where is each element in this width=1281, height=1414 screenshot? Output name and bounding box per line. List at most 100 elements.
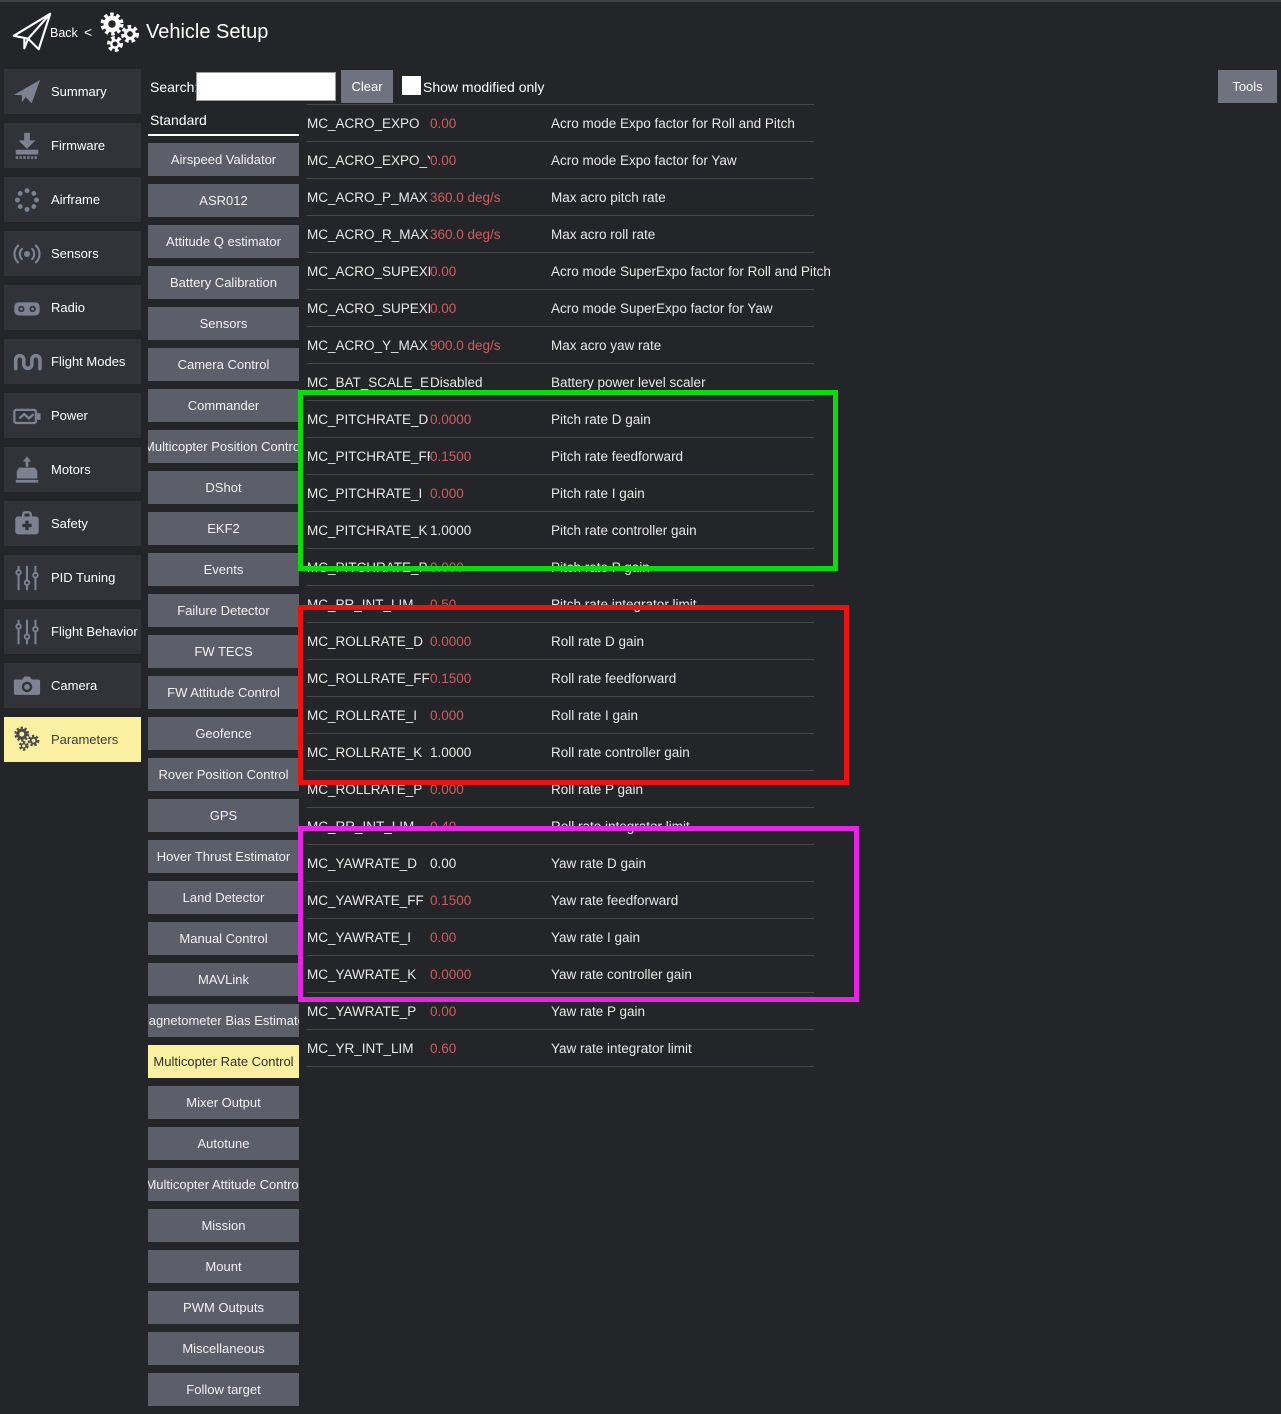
- category-button-hover-thrust-estimator[interactable]: Hover Thrust Estimator: [148, 840, 299, 873]
- parameter-row-mc-pitchrate-i[interactable]: MC_PITCHRATE_I0.000Pitch rate I gain: [307, 475, 814, 512]
- clear-button[interactable]: Clear: [341, 70, 393, 103]
- category-button-multicopter-position-control[interactable]: Multicopter Position Control: [148, 430, 299, 463]
- parameter-row-mc-bat-scale-en[interactable]: MC_BAT_SCALE_ENDisabledBattery power lev…: [307, 364, 814, 401]
- parameter-description: Pitch rate integrator limit: [551, 597, 697, 612]
- parameter-row-mc-pitchrate-p[interactable]: MC_PITCHRATE_P0.000Pitch rate P gain: [307, 549, 814, 586]
- sidebar-item-power[interactable]: Power: [4, 393, 141, 438]
- parameter-name: MC_ROLLRATE_P: [307, 782, 430, 797]
- sidebar-item-label: Motors: [51, 462, 91, 477]
- category-button-camera-control[interactable]: Camera Control: [148, 348, 299, 381]
- parameter-row-mc-acro-expo-y[interactable]: MC_ACRO_EXPO_Y0.00Acro mode Expo factor …: [307, 142, 814, 179]
- parameter-row-mc-pitchrate-ff[interactable]: MC_PITCHRATE_FF0.1500Pitch rate feedforw…: [307, 438, 814, 475]
- parameter-description: Pitch rate controller gain: [551, 523, 697, 538]
- parameter-name: MC_ACRO_EXPO: [307, 116, 430, 131]
- sidebar-item-motors[interactable]: Motors: [4, 447, 141, 492]
- parameter-row-mc-acro-expo[interactable]: MC_ACRO_EXPO0.00Acro mode Expo factor fo…: [307, 104, 814, 142]
- parameter-value: 360.0 deg/s: [430, 227, 551, 242]
- sidebar-item-flight-behavior[interactable]: Flight Behavior: [4, 609, 141, 654]
- parameter-row-mc-pitchrate-k[interactable]: MC_PITCHRATE_K1.0000Pitch rate controlle…: [307, 512, 814, 549]
- sidebar-item-camera[interactable]: Camera: [4, 663, 141, 708]
- search-input[interactable]: [196, 72, 336, 101]
- parameter-description: Yaw rate D gain: [551, 856, 646, 871]
- parameter-row-mc-rollrate-d[interactable]: MC_ROLLRATE_D0.0000Roll rate D gain: [307, 623, 814, 660]
- back-button[interactable]: Back: [50, 26, 78, 40]
- parameter-row-mc-yawrate-d[interactable]: MC_YAWRATE_D0.00Yaw rate D gain: [307, 845, 814, 882]
- sidebar-item-flight-modes[interactable]: Flight Modes: [4, 339, 141, 384]
- parameter-row-mc-pr-int-lim[interactable]: MC_PR_INT_LIM0.50Pitch rate integrator l…: [307, 586, 814, 623]
- sidebar-item-label: Flight Behavior: [51, 624, 138, 639]
- category-button-pwm-outputs[interactable]: PWM Outputs: [148, 1291, 299, 1324]
- parameter-description: Roll rate feedforward: [551, 671, 676, 686]
- vehicle-setup-gears-icon: [96, 11, 142, 55]
- show-modified-checkbox[interactable]: [402, 76, 421, 95]
- parameter-description: Roll rate controller gain: [551, 745, 690, 760]
- parameter-value: 900.0 deg/s: [430, 338, 551, 353]
- parameter-row-mc-rr-int-lim[interactable]: MC_RR_INT_LIM0.40Roll rate integrator li…: [307, 808, 814, 845]
- category-button-multicopter-rate-control[interactable]: Multicopter Rate Control: [148, 1045, 299, 1078]
- category-button-multicopter-attitude-control[interactable]: Multicopter Attitude Control: [148, 1168, 299, 1201]
- category-button-attitude-q-estimator[interactable]: Attitude Q estimator: [148, 225, 299, 258]
- sidebar-item-parameters[interactable]: Parameters: [4, 717, 141, 762]
- category-button-mavlink[interactable]: MAVLink: [148, 963, 299, 996]
- category-button-autotune[interactable]: Autotune: [148, 1127, 299, 1160]
- sidebar-item-radio[interactable]: Radio: [4, 285, 141, 330]
- parameter-description: Max acro pitch rate: [551, 190, 666, 205]
- sidebar-item-airframe[interactable]: Airframe: [4, 177, 141, 222]
- parameter-row-mc-yawrate-ff[interactable]: MC_YAWRATE_FF0.1500Yaw rate feedforward: [307, 882, 814, 919]
- sidebar-item-firmware[interactable]: Firmware: [4, 123, 141, 168]
- parameter-name: MC_PITCHRATE_FF: [307, 449, 430, 464]
- parameter-row-mc-rollrate-p[interactable]: MC_ROLLRATE_P0.000Roll rate P gain: [307, 771, 814, 808]
- sidebar-item-sensors[interactable]: Sensors: [4, 231, 141, 276]
- category-button-fw-tecs[interactable]: FW TECS: [148, 635, 299, 668]
- parameter-row-mc-acro-p-max[interactable]: MC_ACRO_P_MAX360.0 deg/sMax acro pitch r…: [307, 179, 814, 216]
- parameter-description: Yaw rate feedforward: [551, 893, 678, 908]
- parameter-value: 0.00: [430, 301, 551, 316]
- parameter-row-mc-pitchrate-d[interactable]: MC_PITCHRATE_D0.0000Pitch rate D gain: [307, 401, 814, 438]
- parameter-row-mc-yr-int-lim[interactable]: MC_YR_INT_LIM0.60Yaw rate integrator lim…: [307, 1030, 814, 1067]
- parameter-row-mc-acro-y-max[interactable]: MC_ACRO_Y_MAX900.0 deg/sMax acro yaw rat…: [307, 327, 814, 364]
- category-button-land-detector[interactable]: Land Detector: [148, 881, 299, 914]
- parameter-value: 0.000: [430, 486, 551, 501]
- category-button-manual-control[interactable]: Manual Control: [148, 922, 299, 955]
- sidebar-item-label: Summary: [51, 84, 107, 99]
- parameter-row-mc-rollrate-k[interactable]: MC_ROLLRATE_K1.0000Roll rate controller …: [307, 734, 814, 771]
- category-button-geofence[interactable]: Geofence: [148, 717, 299, 750]
- category-button-events[interactable]: Events: [148, 553, 299, 586]
- parameter-row-mc-rollrate-ff[interactable]: MC_ROLLRATE_FF0.1500Roll rate feedforwar…: [307, 660, 814, 697]
- category-button-mission[interactable]: Mission: [148, 1209, 299, 1242]
- parameter-name: MC_PITCHRATE_K: [307, 523, 430, 538]
- parameter-name: MC_RR_INT_LIM: [307, 819, 430, 834]
- category-button-mount[interactable]: Mount: [148, 1250, 299, 1283]
- sidebar-item-summary[interactable]: Summary: [4, 69, 141, 114]
- parameter-row-mc-rollrate-i[interactable]: MC_ROLLRATE_I0.000Roll rate I gain: [307, 697, 814, 734]
- category-button-follow-target[interactable]: Follow target: [148, 1373, 299, 1406]
- category-button-rover-position-control[interactable]: Rover Position Control: [148, 758, 299, 791]
- category-button-commander[interactable]: Commander: [148, 389, 299, 422]
- category-button-airspeed-validator[interactable]: Airspeed Validator: [148, 143, 299, 176]
- category-button-miscellaneous[interactable]: Miscellaneous: [148, 1332, 299, 1365]
- parameter-row-mc-yawrate-i[interactable]: MC_YAWRATE_I0.00Yaw rate I gain: [307, 919, 814, 956]
- category-button-fw-attitude-control[interactable]: FW Attitude Control: [148, 676, 299, 709]
- parameter-row-mc-yawrate-p[interactable]: MC_YAWRATE_P0.00Yaw rate P gain: [307, 993, 814, 1030]
- category-button-mixer-output[interactable]: Mixer Output: [148, 1086, 299, 1119]
- sliders-icon: [12, 617, 42, 647]
- sidebar-item-pid-tuning[interactable]: PID Tuning: [4, 555, 141, 600]
- parameter-row-mc-acro-supexpoy[interactable]: MC_ACRO_SUPEXPOY0.00Acro mode SuperExpo …: [307, 290, 814, 327]
- parameter-row-mc-acro-supexpo[interactable]: MC_ACRO_SUPEXPO0.00Acro mode SuperExpo f…: [307, 253, 814, 290]
- category-button-sensors[interactable]: Sensors: [148, 307, 299, 340]
- setup-sidebar: Summary Firmware Airframe Sensors Radio Fligh…: [4, 69, 141, 771]
- sidebar-item-safety[interactable]: Safety: [4, 501, 141, 546]
- category-button-failure-detector[interactable]: Failure Detector: [148, 594, 299, 627]
- category-button-asr012[interactable]: ASR012: [148, 184, 299, 217]
- category-button-ekf2[interactable]: EKF2: [148, 512, 299, 545]
- parameter-name: MC_ACRO_SUPEXPO: [307, 264, 430, 279]
- tools-button[interactable]: Tools: [1218, 70, 1277, 103]
- parameter-row-mc-acro-r-max[interactable]: MC_ACRO_R_MAX360.0 deg/sMax acro roll ra…: [307, 216, 814, 253]
- category-button-battery-calibration[interactable]: Battery Calibration: [148, 266, 299, 299]
- parameter-row-mc-yawrate-k[interactable]: MC_YAWRATE_K0.0000Yaw rate controller ga…: [307, 956, 814, 993]
- parameter-name: MC_YAWRATE_K: [307, 967, 430, 982]
- category-button-magnetometer-bias-estimator[interactable]: Magnetometer Bias Estimator: [148, 1004, 299, 1037]
- category-button-dshot[interactable]: DShot: [148, 471, 299, 504]
- parameter-name: MC_ROLLRATE_D: [307, 634, 430, 649]
- category-button-gps[interactable]: GPS: [148, 799, 299, 832]
